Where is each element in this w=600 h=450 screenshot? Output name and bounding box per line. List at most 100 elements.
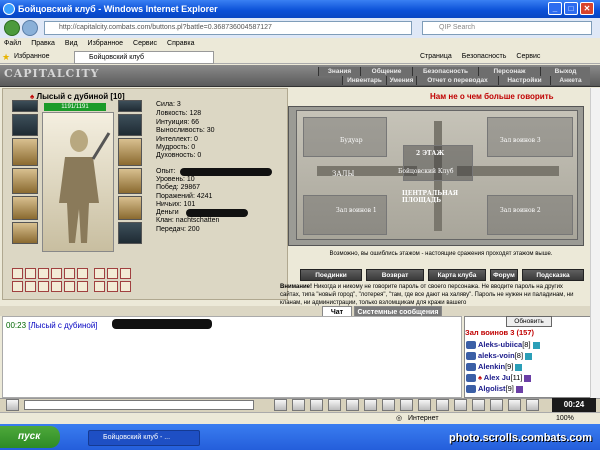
scroll-lock-icon[interactable] <box>400 399 413 411</box>
exit-icon[interactable] <box>526 399 539 411</box>
nav-knowledge[interactable]: Знания <box>318 67 360 76</box>
slot-boots[interactable] <box>12 222 38 244</box>
scroll-slot[interactable] <box>51 281 62 292</box>
back-icon[interactable] <box>4 20 20 36</box>
duels-button[interactable]: Поединки <box>300 269 362 281</box>
user-item[interactable]: Aleks-ubiica[8] <box>478 340 540 349</box>
sound-icon[interactable] <box>364 399 377 411</box>
slot-armor[interactable] <box>12 168 38 194</box>
scroll-slot[interactable] <box>64 268 75 279</box>
user-status-icon[interactable] <box>466 363 476 371</box>
scroll-slot[interactable] <box>107 281 118 292</box>
menu-edit[interactable]: Правка <box>31 38 55 50</box>
page-menu[interactable]: Страница <box>420 50 452 64</box>
nav-character[interactable]: Персонаж <box>478 67 540 76</box>
favorites-button[interactable]: Избранное <box>2 51 49 63</box>
start-button[interactable]: пуск <box>0 426 60 448</box>
close-icon[interactable]: ✕ <box>580 2 594 15</box>
info-icon[interactable] <box>515 385 523 393</box>
friends-icon[interactable] <box>436 399 449 411</box>
info-icon[interactable] <box>532 341 540 349</box>
clock-icon[interactable] <box>382 399 395 411</box>
taskbar-item[interactable]: Бойцовский клуб - ... <box>88 430 200 446</box>
forum-button[interactable]: Форум <box>490 269 518 281</box>
send-icon[interactable] <box>274 399 287 411</box>
address-input[interactable]: http://capitalcity.combats.com/buttons.p… <box>44 21 412 35</box>
menu-view[interactable]: Вид <box>65 38 78 50</box>
nav-profile[interactable]: Анкета <box>550 76 590 85</box>
slot-weapon[interactable] <box>12 138 38 166</box>
scroll-slot[interactable] <box>94 281 105 292</box>
scroll-slot[interactable] <box>120 268 131 279</box>
nav-settings[interactable]: Настройки <box>498 76 550 85</box>
scroll-slot[interactable] <box>94 268 105 279</box>
nav-exit[interactable]: Выход <box>540 67 590 76</box>
scroll-slot[interactable] <box>120 281 131 292</box>
info-icon[interactable] <box>525 352 533 360</box>
scroll-slot[interactable] <box>12 268 23 279</box>
security-menu[interactable]: Безопасность <box>462 50 507 64</box>
info-icon[interactable] <box>515 363 523 371</box>
page-scrollbar[interactable] <box>590 88 600 398</box>
user-status-icon[interactable] <box>466 341 476 349</box>
user-item[interactable]: ♠ Alex Ju[11] <box>478 373 532 382</box>
help-button[interactable]: Подсказка <box>522 269 584 281</box>
slot-gloves[interactable] <box>118 168 142 194</box>
menu-file[interactable]: Файл <box>4 38 21 50</box>
user-item[interactable]: Algolist[9] <box>478 384 523 393</box>
settings-icon[interactable] <box>418 399 431 411</box>
room-hall-1[interactable] <box>303 195 387 235</box>
nav-inventory[interactable]: Инвентарь <box>342 76 386 85</box>
filter-icon[interactable] <box>328 399 341 411</box>
scroll-slot[interactable] <box>38 268 49 279</box>
search-input[interactable]: QIP Search <box>422 21 592 35</box>
tools-menu[interactable]: Сервис <box>516 50 540 64</box>
menu-help[interactable]: Справка <box>167 38 194 50</box>
return-button[interactable]: Возврат <box>366 269 424 281</box>
slot-helmet[interactable] <box>118 100 142 112</box>
slot-rings[interactable] <box>118 222 142 244</box>
scroll-slot[interactable] <box>77 281 88 292</box>
map-icon[interactable] <box>508 399 521 411</box>
transfer-icon[interactable] <box>490 399 503 411</box>
room-hall-2[interactable] <box>487 195 573 235</box>
user-status-icon[interactable] <box>466 352 476 360</box>
slot-earrings[interactable] <box>12 100 38 112</box>
nav-transfers[interactable]: Отчет о переводах <box>416 76 498 85</box>
info-icon[interactable] <box>524 374 532 382</box>
smiles-icon[interactable] <box>310 399 323 411</box>
nav-communication[interactable]: Общение <box>360 67 412 76</box>
user-item[interactable]: Alenkin[9] <box>478 362 523 371</box>
scroll-slot[interactable] <box>51 268 62 279</box>
menu-favorites[interactable]: Избранное <box>88 38 123 50</box>
slot-pants[interactable] <box>118 196 142 220</box>
user-status-icon[interactable] <box>466 385 476 393</box>
tab-active[interactable]: Бойцовский клуб <box>74 51 214 64</box>
maximize-icon[interactable]: □ <box>564 2 578 15</box>
club-map-button[interactable]: Карта клуба <box>428 269 486 281</box>
user-item[interactable]: aleks-voin[8] <box>478 351 533 360</box>
chat-mode-icon[interactable] <box>6 399 19 411</box>
menu-tools[interactable]: Сервис <box>133 38 157 50</box>
scroll-slot[interactable] <box>38 281 49 292</box>
nav-skills[interactable]: Умения <box>386 76 416 85</box>
scroll-slot[interactable] <box>107 268 118 279</box>
scroll-slot[interactable] <box>64 281 75 292</box>
slot-belt[interactable] <box>12 196 38 220</box>
scroll-slot[interactable] <box>12 281 23 292</box>
minimize-icon[interactable]: _ <box>548 2 562 15</box>
user-status-icon[interactable] <box>466 374 476 382</box>
clear-icon[interactable] <box>292 399 305 411</box>
chat-input[interactable] <box>24 400 254 410</box>
slot-amulet[interactable] <box>12 114 38 136</box>
slot-bracers[interactable] <box>118 114 142 136</box>
scroll-slot[interactable] <box>25 281 36 292</box>
scroll-slot[interactable] <box>77 268 88 279</box>
translit-icon[interactable] <box>346 399 359 411</box>
refresh-button[interactable]: Обновить <box>506 316 552 327</box>
fight-icon[interactable] <box>454 399 467 411</box>
inventory-icon[interactable] <box>472 399 485 411</box>
nav-security[interactable]: Безопасность <box>412 67 478 76</box>
slot-shield[interactable] <box>118 138 142 166</box>
scroll-slot[interactable] <box>25 268 36 279</box>
